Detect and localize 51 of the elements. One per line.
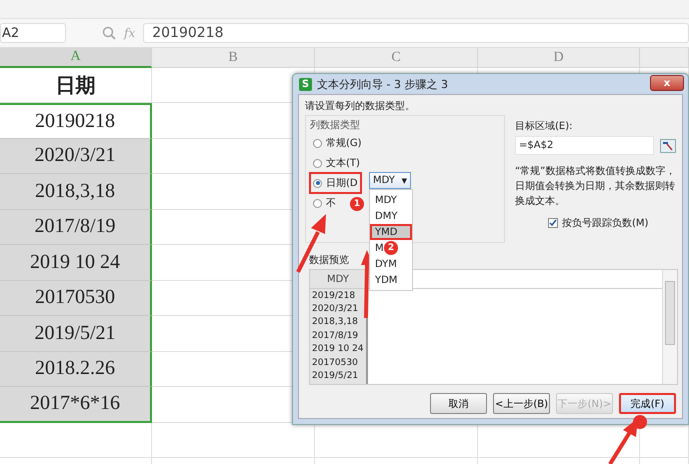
preview-title: 数据预览 [309,254,349,267]
preview-cell-text: 2019/218 [311,290,356,302]
radio-button[interactable] [313,158,322,168]
dropdown-item[interactable]: DMY [370,208,400,224]
dropdown-item[interactable]: YDM [370,272,400,288]
step-badge: 1 [350,197,364,211]
description-text: “常规”数据格式将数值转换成数字，日期值会转换为日期，其余数据则转换成文本。 [515,164,676,209]
preview-cell-text: 2018,3,18 [311,316,359,330]
formula-field[interactable]: 20190218 [143,23,689,43]
table-cell: 2019/5/21 [0,316,152,352]
target-field[interactable]: =$A$2 [515,136,654,155]
scrollbar[interactable] [662,270,677,384]
checkbox-label[interactable]: 按负号跟踪负数(M) [562,216,648,230]
option-label[interactable]: 不 [326,196,336,210]
radio-button[interactable] [313,138,322,148]
table-cell: 20170530 [0,280,152,316]
table-cell: 2018,3,18 [0,174,152,210]
dialog-button[interactable]: <上一步(B) [493,393,550,414]
preview-cell-text: 2017/8/19 [311,330,360,343]
dropdown-item[interactable]: YMD [370,224,412,240]
preview-cell-text: 2019 10 24 [311,343,365,356]
radio-button[interactable] [313,178,322,188]
name-box[interactable]: A2 [0,23,66,43]
preview-cell-text: 2020/3/21 [311,303,360,316]
preview-cell-text: 2019/5/21 [311,370,360,383]
preview-header: MDY [310,270,366,289]
radio-button[interactable] [313,198,322,208]
step-badge: 2 [384,241,398,255]
instruction-text: 请设置每列的数据类型。 [305,100,416,113]
table-cell: 2019 10 24 [0,245,152,280]
preview-cell-text: 20170530 [311,356,359,370]
checkbox[interactable] [548,218,558,228]
dialog-title: 文本分列向导 - 3 步骤之 3 [317,76,448,92]
target-label: 目标区域(E): [515,120,574,133]
table-cell: 2017*6*16 [0,387,152,422]
table-cell: 20190218 [0,103,152,138]
option-label[interactable]: 日期(D [326,176,358,190]
table-cell: 2017/8/19 [0,210,152,245]
zoom-icon[interactable] [102,26,116,40]
app-logo: S [299,78,312,90]
dropdown-item[interactable]: DYM [370,256,399,272]
dropdown-item[interactable]: M [370,240,386,256]
table-cell: 2020/3/21 [0,138,152,174]
dialog-button[interactable]: 完成(F) [619,393,676,414]
dropdown-item[interactable]: MDY [370,192,399,208]
option-label[interactable]: 常规(G) [326,136,362,150]
dialog-button[interactable]: 取消 [430,393,487,414]
option-label[interactable]: 文本(T) [326,156,360,170]
group-title: 列数据类型 [310,118,360,132]
range-picker-icon[interactable] [660,138,676,152]
table-cell: 2018.2.26 [0,352,152,387]
